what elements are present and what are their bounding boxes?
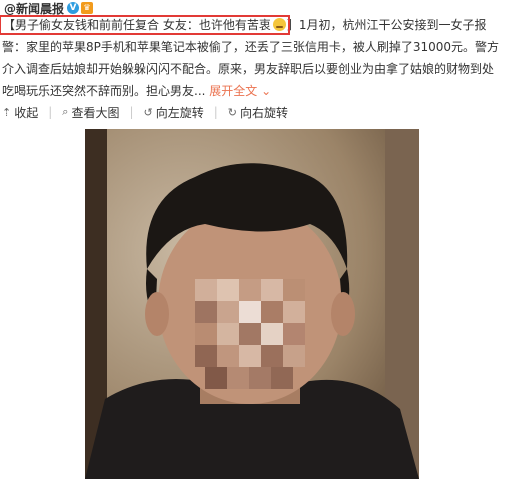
post-text-line1: 】1月初，杭州江干公安接到一女子报 — [286, 18, 487, 32]
post-text-line4: 吃喝玩乐还突然不辞而别。担心男友... — [2, 84, 206, 98]
crown-icon[interactable]: ♛ — [81, 2, 94, 14]
headline-text: 【男子偷女友钱和前前任复合 女友：也许他有苦衷 — [3, 18, 271, 32]
toolbar-divider: | — [48, 105, 53, 119]
toolbar-divider: | — [129, 105, 134, 119]
rotate-right-label: 向右旋转 — [240, 105, 289, 120]
rotate-left-button[interactable]: ↺ 向左旋转 — [144, 104, 204, 121]
toolbar-divider: | — [213, 105, 218, 119]
rotate-right-button[interactable]: ↻ 向右旋转 — [228, 104, 288, 121]
rotate-left-icon: ↺ — [143, 105, 153, 119]
verified-v-icon: V — [67, 2, 80, 14]
arrow-up-icon: ⇡ — [2, 105, 12, 119]
expand-label: 展开全文 — [209, 84, 258, 98]
magnifier-icon: ⌕ — [62, 105, 69, 118]
view-large-label: 查看大图 — [71, 105, 120, 120]
sad-face-emoji-icon — [272, 18, 286, 31]
collapse-label: 收起 — [14, 105, 39, 120]
rotate-right-icon: ↻ — [227, 105, 238, 119]
post-text-line3: 介入调查后姑娘却开始躲躲闪闪不配合。原来，男友辞职后以要创业为由拿了姑娘的财物到… — [2, 62, 495, 76]
post-text-line2: 警：家里的苹果8P手机和苹果笔记本被偷了，还丢了三张信用卡，被人刷掉了31000… — [2, 40, 500, 54]
collapse-button[interactable]: ⇡ 收起 — [2, 104, 38, 121]
face-mosaic — [195, 279, 305, 389]
rotate-left-label: 向左旋转 — [155, 105, 204, 120]
expand-full-text-link[interactable]: 展开全文 ⌄ — [209, 84, 271, 98]
post-body: 【男子偷女友钱和前前任复合 女友：也许他有苦衷 】1月初，杭州江干公安接到一女子报… — [0, 14, 502, 102]
chevron-down-icon: ⌄ — [261, 84, 272, 98]
image-toolbar: ⇡ 收起 | ⌕ 查看大图 | ↺ 向左旋转 | ↻ 向右旋转 — [2, 103, 298, 121]
post-photo[interactable] — [85, 129, 419, 479]
view-large-button[interactable]: ⌕ 查看大图 — [62, 104, 119, 121]
photo-image — [85, 129, 419, 479]
highlighted-headline: 【男子偷女友钱和前前任复合 女友：也许他有苦衷 — [0, 15, 290, 35]
